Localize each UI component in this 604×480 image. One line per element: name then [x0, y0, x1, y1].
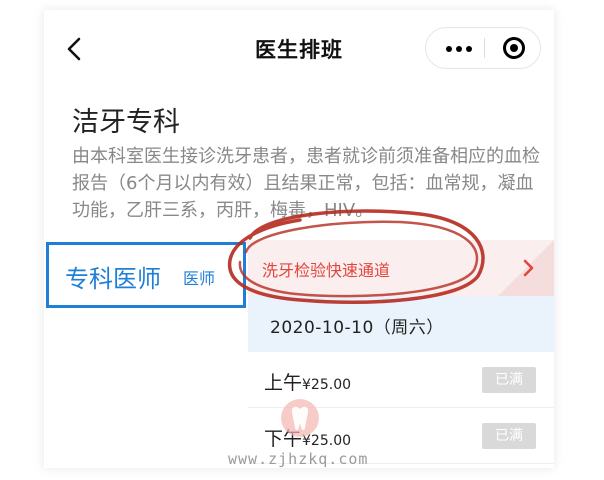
doctor-type-label: 专科医师 [65, 265, 161, 293]
slot-status-badge: 已满 [482, 423, 536, 449]
slot-period-container: 上午¥25.00 [264, 368, 351, 395]
chevron-right-icon [523, 259, 534, 277]
department-name: 洁牙专科 [72, 107, 180, 138]
schedule-date-row: 2020-10-10（周六） [248, 296, 554, 352]
doctor-type-specialist[interactable]: 专科医师 医师 [46, 242, 246, 308]
more-dots-icon[interactable] [436, 28, 481, 68]
tooth-logo-icon [281, 399, 319, 437]
schedule-date: 2020-10-10（周六） [270, 318, 444, 338]
nav-bar: 医生排班 [44, 10, 554, 86]
doctor-type-list: 专科医师 医师 [44, 240, 248, 468]
fast-channel-label: 洗牙检验快速通道 [262, 261, 391, 280]
mini-program-capsule [425, 27, 541, 69]
department-description: 由本科室医生接诊洗牙患者，患者就诊前须准备相应的血检报告（6个月以内有效）且结果… [72, 146, 540, 221]
fast-channel-link[interactable]: 洗牙检验快速通道 [248, 240, 554, 296]
slot-status-badge: 已满 [482, 367, 536, 393]
slot-price: ¥25.00 [302, 377, 352, 393]
doctor-type-sublabel: 医师 [183, 269, 216, 288]
watermark-url: www.zjhzkq.com [228, 450, 369, 468]
slot-period: 上午 [264, 372, 303, 394]
close-mini-program-icon[interactable] [503, 37, 525, 59]
capsule-divider [484, 38, 485, 58]
